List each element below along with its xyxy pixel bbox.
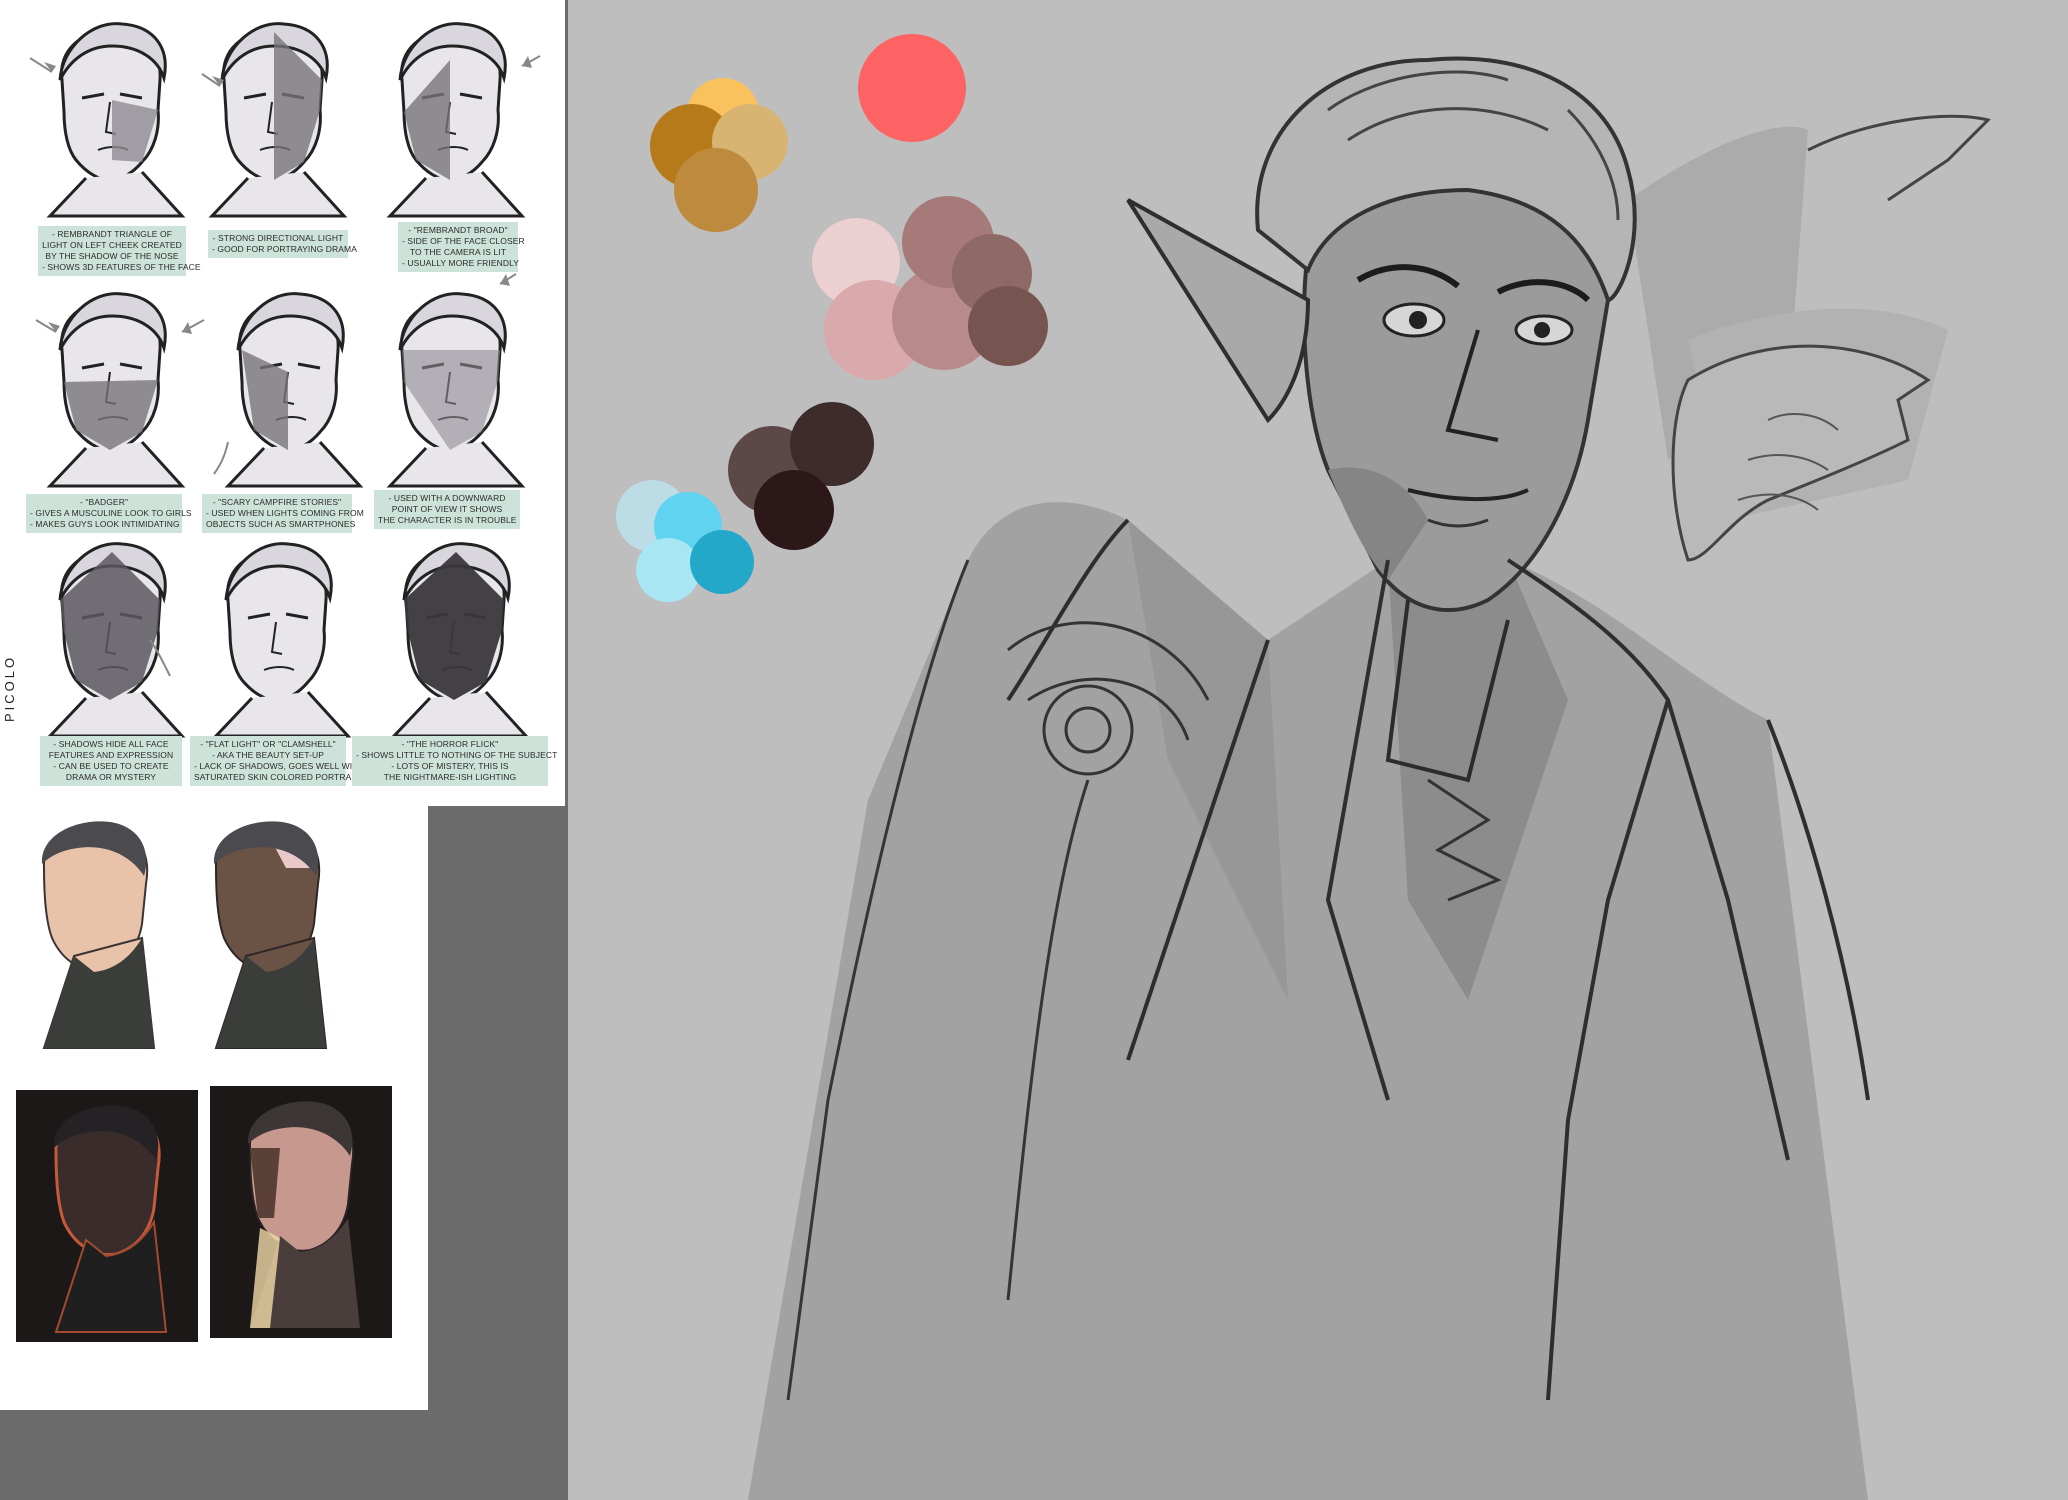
caption-shadows-hide: - shadows hide all face features and exp… <box>40 736 182 786</box>
caption-downward-pov: - used with a downward point of view it … <box>374 490 520 529</box>
color-lighting-reference <box>0 806 428 1410</box>
rim-lit-head-illustration <box>53 1105 168 1333</box>
character-sketch <box>748 56 1991 1500</box>
dark-key-light-card <box>210 1086 392 1338</box>
lighting-reference-sheet: - Rembrandt triangle of light on left ch… <box>0 0 565 806</box>
caption-flat-light: - "flat light" or "clamshell" - aka the … <box>190 736 365 786</box>
caption-rembrandt-broad: - "Rembrandt broad" - side of the face c… <box>398 222 525 272</box>
caption-directional-light: - strong directional light - good for po… <box>208 230 357 258</box>
portrait-grid <box>29 22 541 738</box>
artist-signature: PICOLO <box>2 654 17 722</box>
caption-rembrandt-triangle: - Rembrandt triangle of light on left ch… <box>38 226 201 276</box>
caption-horror-flick: - "The horror flick" - shows little to n… <box>352 736 557 786</box>
caption-badger: - "Badger" - gives a musculine look to g… <box>26 494 192 533</box>
sketch-canvas[interactable] <box>568 0 2068 1500</box>
caption-scary-campfire: - "scary campfire stories" - used when l… <box>202 494 364 533</box>
key-lit-head-illustration <box>247 1101 360 1328</box>
dark-rim-light-card <box>16 1090 198 1342</box>
